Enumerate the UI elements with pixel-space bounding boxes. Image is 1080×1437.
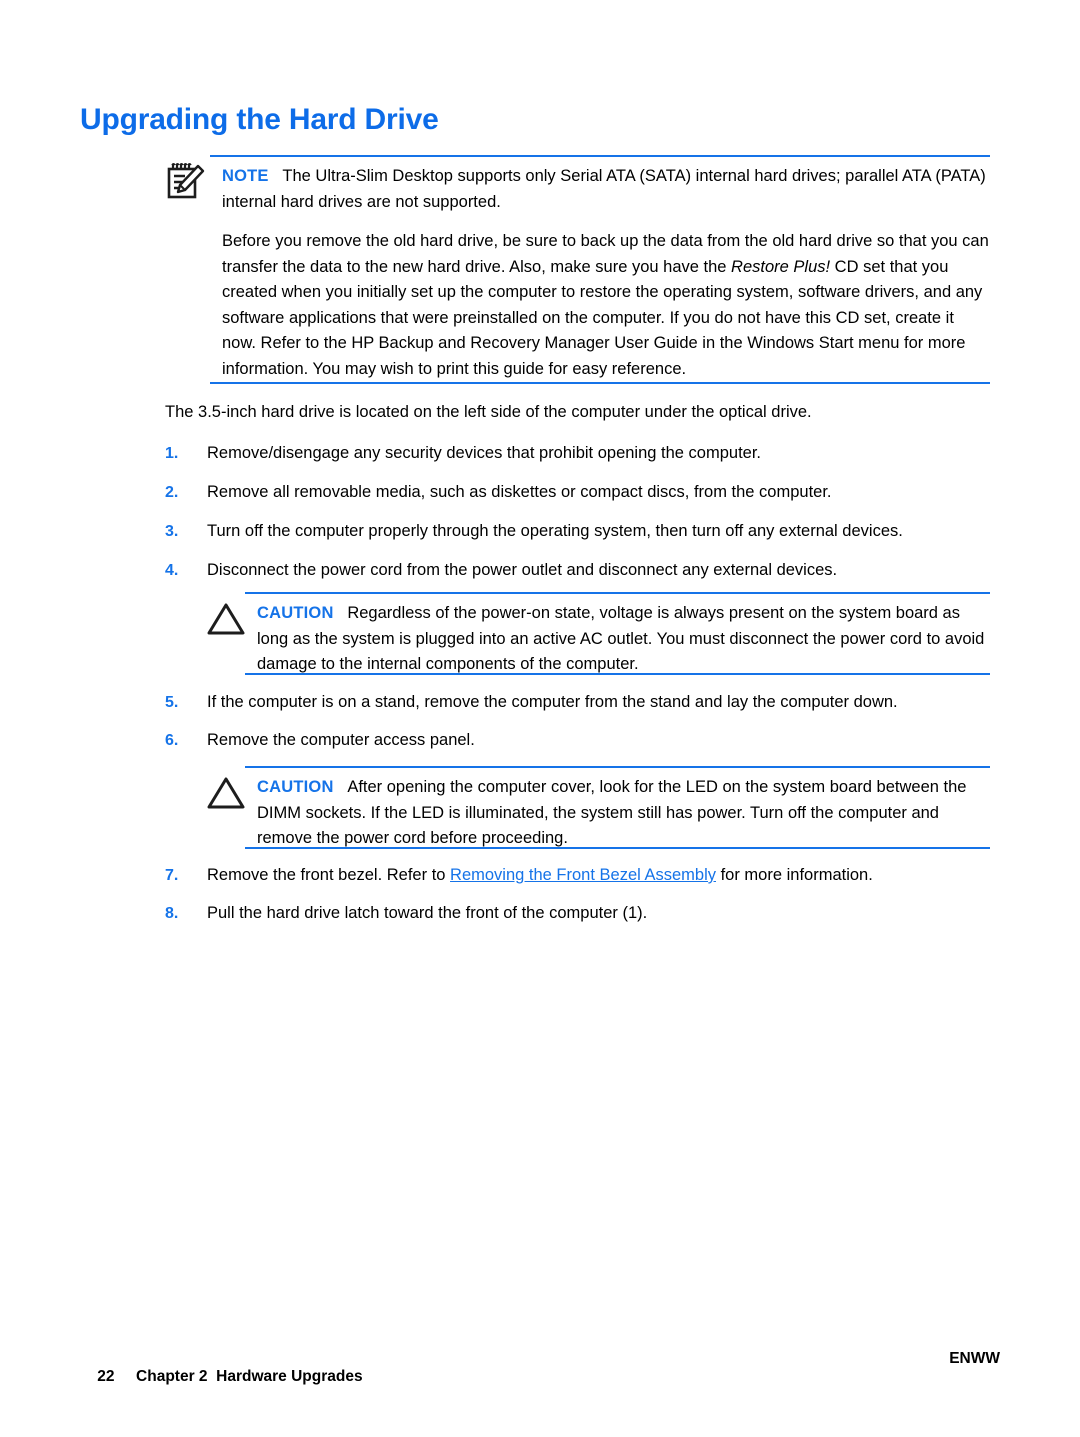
list-item: 8. Pull the hard drive latch toward the …: [165, 901, 995, 927]
caution-2-top-rule: [245, 766, 990, 768]
caution-2-body: CAUTION After opening the computer cover…: [257, 775, 990, 852]
caution-1-text: Regardless of the power-on state, voltag…: [257, 604, 985, 673]
list-item-text: Pull the hard drive latch toward the fro…: [207, 904, 648, 922]
note-bottom-rule: [210, 382, 990, 384]
footer-left: 22 Chapter 2 Hardware Upgrades: [80, 1350, 363, 1404]
list-item-text: Remove/disengage any security devices th…: [207, 444, 761, 462]
caution-1-label: CAUTION: [257, 604, 334, 622]
warning-triangle-icon: [205, 774, 247, 814]
footer-locale: ENWW: [949, 1350, 1000, 1367]
caution-2-label: CAUTION: [257, 778, 334, 796]
list-item: 6. Remove the computer access panel.: [165, 728, 995, 754]
list-item-text-after-link: for more information.: [716, 866, 873, 884]
warning-triangle-icon: [205, 600, 247, 640]
list-number: 8.: [165, 905, 179, 922]
list-item-text: Remove the front bezel. Refer to Removin…: [207, 863, 995, 889]
note-paragraph: Before you remove the old hard drive, be…: [222, 229, 990, 382]
document-page: Upgrading the Hard Drive NOTE The Ultra-…: [0, 0, 1080, 1437]
list-item-text: Turn off the computer properly through t…: [207, 522, 903, 540]
footer-chapter: Chapter 2: [136, 1368, 208, 1385]
list-item-text: Remove all removable media, such as disk…: [207, 483, 832, 501]
notepad-pencil-icon: [165, 160, 207, 202]
note-body: NOTE The Ultra-Slim Desktop supports onl…: [222, 164, 990, 215]
caution-1-top-rule: [245, 592, 990, 594]
footer-page-number: 22: [97, 1368, 115, 1385]
note-top-rule: [210, 155, 990, 157]
list-item-text: If the computer is on a stand, remove th…: [207, 693, 898, 711]
list-item-text-before-link: Remove the front bezel. Refer to: [207, 866, 451, 884]
list-item: 4. Disconnect the power cord from the po…: [165, 558, 995, 584]
list-number: 2.: [165, 484, 179, 501]
list-item: 1. Remove/disengage any security devices…: [165, 441, 995, 467]
list-item-text: Disconnect the power cord from the power…: [207, 561, 838, 579]
list-item: 5. If the computer is on a stand, remove…: [165, 690, 995, 716]
caution-1-body: CAUTION Regardless of the power-on state…: [257, 601, 990, 678]
intro-paragraph: The 3.5-inch hard drive is located on th…: [165, 403, 812, 421]
removing-front-bezel-assembly-link[interactable]: Removing the Front Bezel Assembly: [450, 866, 716, 884]
list-number: 5.: [165, 694, 179, 711]
note-text: The Ultra-Slim Desktop supports only Ser…: [222, 167, 986, 211]
list-item: 2. Remove all removable media, such as d…: [165, 480, 995, 506]
list-item-text: Remove the computer access panel.: [207, 731, 475, 749]
list-item: 7. Remove the front bezel. Refer to Remo…: [165, 863, 995, 889]
caution-2-text: After opening the computer cover, look f…: [257, 778, 967, 847]
list-number: 1.: [165, 445, 179, 462]
page-title: Upgrading the Hard Drive: [80, 103, 439, 136]
list-number: 3.: [165, 523, 179, 540]
note-label: NOTE: [222, 167, 269, 185]
list-number: 7.: [165, 867, 179, 884]
footer-chapter-title: Hardware Upgrades: [216, 1368, 363, 1385]
caution-2-bottom-rule: [245, 847, 990, 849]
caution-1-bottom-rule: [245, 673, 990, 675]
list-item: 3. Turn off the computer properly throug…: [165, 519, 995, 545]
restore-plus-title: Restore Plus!: [731, 257, 831, 276]
list-number: 4.: [165, 562, 179, 579]
list-number: 6.: [165, 732, 179, 749]
